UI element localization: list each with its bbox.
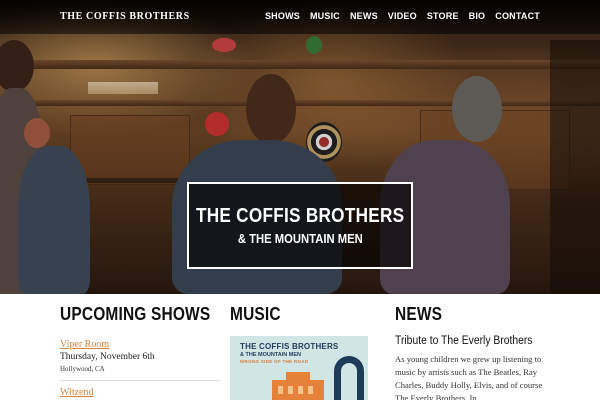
hero-title-box: THE COFFIS BROTHERS & THE MOUNTAIN MEN — [187, 182, 413, 269]
top-navigation-bar: THE COFFIS BROTHERS SHOWS MUSIC NEWS VID… — [0, 0, 600, 34]
show-date: Thursday, November 6th — [60, 352, 155, 362]
nav-store[interactable]: STORE — [427, 11, 459, 21]
nav-contact[interactable]: CONTACT — [495, 11, 540, 21]
album-building-window — [278, 386, 283, 394]
show-divider — [60, 380, 220, 381]
album-subtitle: WRONG SIDE OF THE ROAD — [240, 359, 309, 364]
album-building-window — [308, 386, 313, 394]
album-building-window — [288, 386, 293, 394]
nav-bio[interactable]: BIO — [469, 11, 486, 21]
nav-music[interactable]: MUSIC — [310, 11, 340, 21]
music-section: MUSIC — [230, 304, 370, 325]
hero-subtitle: & THE MOUNTAIN MEN — [237, 232, 363, 246]
album-title-secondary: & THE MOUNTAIN MEN — [240, 352, 302, 358]
news-article-title[interactable]: Tribute to The Everly Brothers — [395, 335, 532, 347]
album-building-window — [298, 386, 303, 394]
album-road-graphic — [334, 356, 364, 400]
site-logo[interactable]: THE COFFIS BROTHERS — [60, 11, 190, 22]
show-location: Hollywood, CA — [60, 365, 105, 373]
album-cover[interactable]: THE COFFIS BROTHERS & THE MOUNTAIN MEN W… — [230, 336, 368, 400]
show-venue-link[interactable]: Witzend — [60, 387, 220, 398]
nav-video[interactable]: VIDEO — [388, 11, 417, 21]
music-heading: MUSIC — [230, 304, 281, 324]
show-venue-link[interactable]: Viper Room — [60, 339, 220, 350]
album-title: THE COFFIS BROTHERS — [240, 342, 339, 351]
main-nav: SHOWS MUSIC NEWS VIDEO STORE BIO CONTACT — [265, 11, 540, 21]
upcoming-shows-section: UPCOMING SHOWS Viper Room Thursday, Nove… — [60, 304, 220, 398]
hero-title: THE COFFIS BROTHERS — [195, 205, 405, 227]
nav-news[interactable]: NEWS — [350, 11, 378, 21]
news-section: NEWS Tribute to The Everly Brothers As y… — [395, 304, 545, 400]
nav-shows[interactable]: SHOWS — [265, 11, 300, 21]
news-article-excerpt: As young children we grew up listening t… — [395, 354, 543, 400]
news-heading: NEWS — [395, 304, 443, 324]
shows-heading: UPCOMING SHOWS — [60, 304, 211, 324]
